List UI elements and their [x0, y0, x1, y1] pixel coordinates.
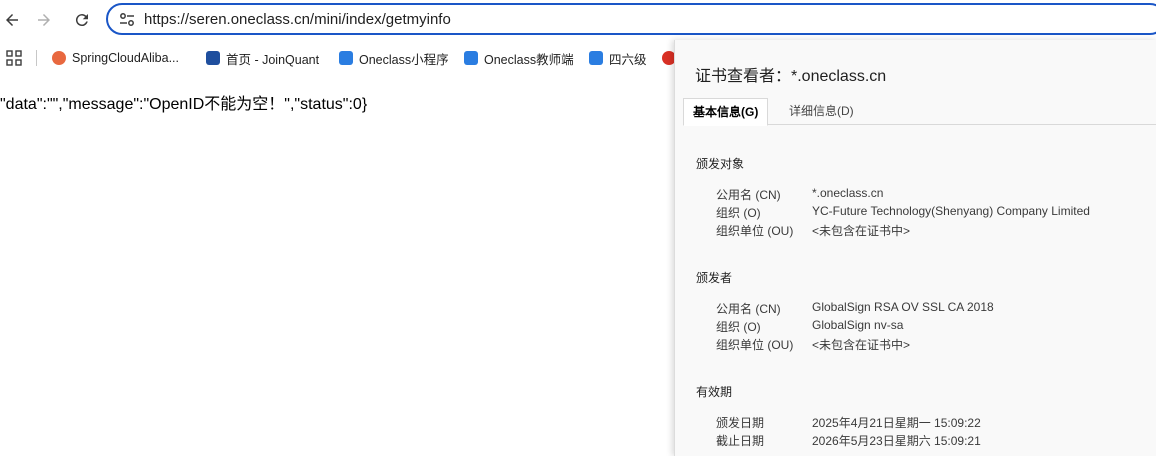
field-value: 2025年4月21日星期一 15:09:22 [812, 416, 981, 430]
joinquant-icon [206, 51, 220, 65]
issued-by-heading: 颁发者 [696, 271, 733, 285]
issued-to-cn: 公用名 (CN) *.oneclass.cn [716, 186, 883, 203]
field-label: 组织 (O) [716, 206, 761, 220]
bookmark-label: Oneclass教师端 [484, 52, 574, 67]
field-label: 组织单位 (OU) [716, 224, 794, 238]
springcloud-icon [52, 51, 66, 65]
field-label: 截止日期 [716, 434, 765, 448]
oneclass-icon [464, 51, 478, 65]
certificate-title: 证书查看者：*.oneclass.cn [695, 68, 887, 85]
bookmark-joinquant[interactable]: 首页 - JoinQuant [206, 48, 319, 68]
issued-by-ou: 组织单位 (OU) <未包含在证书中> [716, 336, 910, 353]
url-text[interactable]: https://seren.oneclass.cn/mini/index/get… [144, 11, 451, 28]
field-value: GlobalSign nv-sa [812, 318, 904, 332]
back-icon[interactable] [0, 8, 24, 32]
site-info-icon[interactable] [118, 11, 136, 29]
field-label: 组织单位 (OU) [716, 338, 794, 352]
bookmark-label: Oneclass小程序 [359, 52, 449, 67]
bookmark-label: 四六级 [609, 52, 647, 67]
page-json-text: "data":"","message":"OpenID不能为空！","statu… [0, 96, 368, 113]
oneclass-icon [339, 51, 353, 65]
bookmark-label: 首页 - JoinQuant [226, 52, 320, 67]
validity-expiry-date: 截止日期 2026年5月23日星期六 15:09:21 [716, 432, 981, 449]
field-value: <未包含在证书中> [812, 224, 911, 238]
reload-icon[interactable] [70, 8, 94, 32]
field-value: *.oneclass.cn [812, 186, 884, 200]
certificate-tabs: 基本信息(G) 详细信息(D) [683, 98, 1156, 126]
validity-heading: 有效期 [696, 385, 733, 399]
forward-icon[interactable] [32, 8, 56, 32]
bookmark-oneclass-mini[interactable]: Oneclass小程序 [339, 48, 449, 68]
bookmark-oneclass-teacher[interactable]: Oneclass教师端 [464, 48, 574, 68]
certificate-viewer: 证书查看者：*.oneclass.cn 基本信息(G) 详细信息(D) 颁发对象… [674, 40, 1156, 456]
browser-toolbar: https://seren.oneclass.cn/mini/index/get… [0, 0, 1156, 40]
field-value: GlobalSign RSA OV SSL CA 2018 [812, 300, 994, 314]
field-value: 2026年5月23日星期六 15:09:21 [812, 434, 981, 448]
field-label: 颁发日期 [716, 416, 765, 430]
cet-icon [589, 51, 603, 65]
issued-to-ou: 组织单位 (OU) <未包含在证书中> [716, 222, 910, 239]
apps-icon[interactable] [6, 48, 22, 68]
issued-by-cn: 公用名 (CN) GlobalSign RSA OV SSL CA 2018 [716, 300, 994, 317]
bookmarks-separator [36, 50, 37, 66]
field-label: 公用名 (CN) [716, 188, 781, 202]
field-value: YC-Future Technology(Shenyang) Company L… [812, 204, 1090, 218]
field-value: <未包含在证书中> [812, 338, 911, 352]
field-label: 组织 (O) [716, 320, 761, 334]
tab-details[interactable]: 详细信息(D) [780, 98, 863, 124]
bookmark-label: SpringCloudAliba... [72, 51, 180, 65]
tab-general[interactable]: 基本信息(G) [683, 98, 769, 126]
field-label: 公用名 (CN) [716, 302, 781, 316]
validity-issued-date: 颁发日期 2025年4月21日星期一 15:09:22 [716, 414, 981, 431]
issued-to-o: 组织 (O) YC-Future Technology(Shenyang) Co… [716, 204, 1090, 221]
issued-to-heading: 颁发对象 [696, 157, 745, 171]
address-bar[interactable]: https://seren.oneclass.cn/mini/index/get… [106, 3, 1156, 35]
bookmark-cet[interactable]: 四六级 [589, 48, 647, 68]
bookmark-springcloud[interactable]: SpringCloudAliba... [52, 48, 179, 68]
issued-by-o: 组织 (O) GlobalSign nv-sa [716, 318, 903, 335]
